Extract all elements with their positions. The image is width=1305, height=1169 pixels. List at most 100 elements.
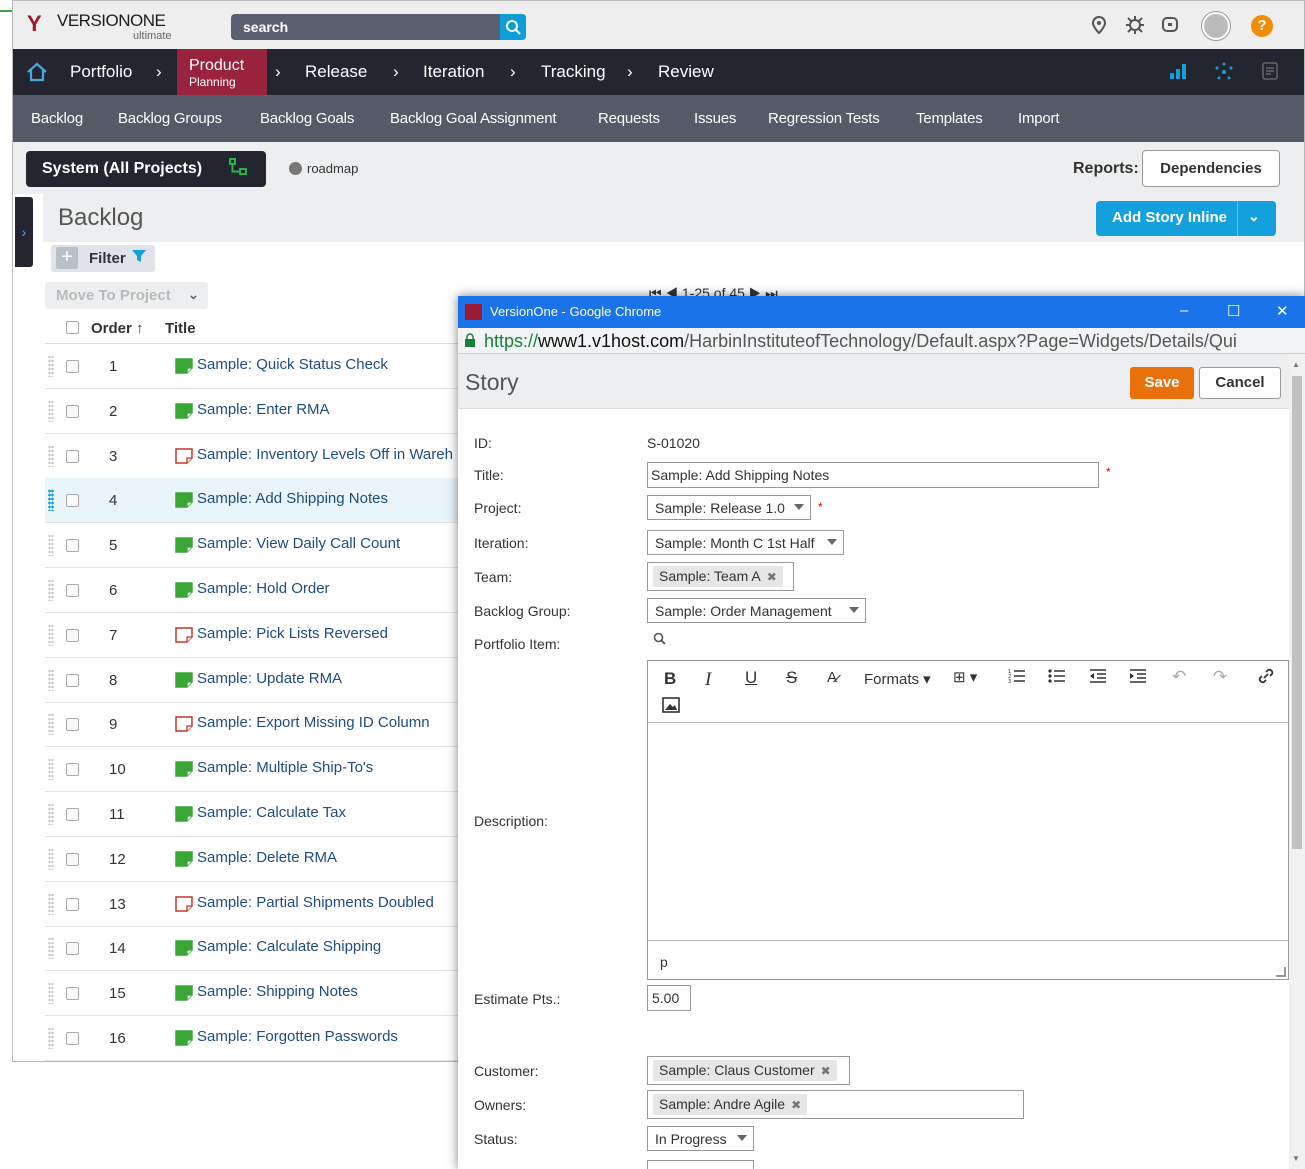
- maximize-icon[interactable]: ☐: [1227, 302, 1240, 320]
- row-title-link[interactable]: Sample: Inventory Levels Off in Wareh: [197, 446, 453, 463]
- help-icon[interactable]: ?: [1251, 15, 1273, 37]
- sidebar-toggle[interactable]: ›: [15, 197, 33, 267]
- cancel-button[interactable]: Cancel: [1199, 367, 1281, 399]
- row-checkbox[interactable]: [66, 718, 79, 732]
- filter-button[interactable]: + Filter: [51, 245, 155, 272]
- nav-iteration[interactable]: Iteration: [423, 62, 484, 82]
- numbered-list-icon[interactable]: 123: [1008, 667, 1026, 690]
- search-icon[interactable]: [653, 632, 667, 649]
- move-to-project-button[interactable]: Move To Project ⌄: [45, 282, 208, 309]
- scroll-down-arrow-icon[interactable]: ▼: [1292, 1154, 1300, 1163]
- backlog-group-select[interactable]: Sample: Order Management: [647, 598, 866, 623]
- row-checkbox[interactable]: [66, 673, 79, 687]
- chat-icon[interactable]: [1159, 14, 1181, 36]
- user-avatar[interactable]: [1202, 12, 1230, 40]
- row-checkbox[interactable]: [66, 763, 79, 777]
- drag-handle-icon[interactable]: [48, 713, 54, 736]
- select-all-checkbox[interactable]: [66, 321, 79, 334]
- row-checkbox[interactable]: [66, 987, 79, 1001]
- row-title-link[interactable]: Sample: Enter RMA: [197, 401, 330, 418]
- row-checkbox[interactable]: [66, 539, 79, 553]
- nav-product-planning[interactable]: Product Planning: [177, 49, 267, 95]
- bar-chart-icon[interactable]: [1168, 61, 1188, 86]
- drag-handle-icon[interactable]: [48, 803, 54, 825]
- nav-portfolio[interactable]: Portfolio: [70, 62, 132, 82]
- clear-formatting-icon[interactable]: A̷: [827, 669, 837, 686]
- owners-field[interactable]: Sample: Andre Agile ✖: [647, 1090, 1024, 1119]
- subnav-backlog-goals[interactable]: Backlog Goals: [260, 110, 354, 127]
- row-title-link[interactable]: Sample: Export Missing ID Column: [197, 714, 430, 731]
- remove-tag-icon[interactable]: ✖: [791, 1098, 801, 1112]
- row-title-link[interactable]: Sample: Update RMA: [197, 670, 342, 687]
- home-icon[interactable]: [25, 60, 49, 90]
- row-checkbox[interactable]: [66, 942, 79, 956]
- bold-icon[interactable]: B: [664, 669, 676, 689]
- strikethrough-icon[interactable]: S: [786, 668, 797, 688]
- owner-tag[interactable]: Sample: Andre Agile ✖: [653, 1094, 808, 1115]
- drag-handle-icon[interactable]: [48, 937, 54, 960]
- project-scope-button[interactable]: System (All Projects): [26, 151, 266, 187]
- table-icon[interactable]: ⊞ ▾: [953, 668, 977, 686]
- indent-icon[interactable]: [1129, 667, 1147, 690]
- subnav-regression-tests[interactable]: Regression Tests: [768, 110, 880, 127]
- column-order-header[interactable]: Order ↑: [91, 320, 144, 337]
- customer-tag[interactable]: Sample: Claus Customer ✖: [653, 1060, 837, 1081]
- formats-dropdown[interactable]: Formats ▾: [864, 670, 931, 688]
- drag-handle-icon[interactable]: [48, 489, 54, 512]
- customer-field[interactable]: Sample: Claus Customer ✖: [647, 1056, 850, 1085]
- dependencies-button[interactable]: Dependencies: [1142, 150, 1280, 187]
- resize-handle-icon[interactable]: [1276, 967, 1286, 977]
- undo-icon[interactable]: ↶: [1172, 667, 1186, 687]
- close-icon[interactable]: ✕: [1276, 302, 1289, 320]
- scroll-up-arrow-icon[interactable]: ▲: [1292, 360, 1300, 369]
- bullet-list-icon[interactable]: [1048, 667, 1066, 690]
- address-bar[interactable]: https://www1.v1host.com/HarbinInstituteo…: [458, 328, 1305, 354]
- location-pin-icon[interactable]: [1088, 14, 1110, 36]
- chevron-down-icon[interactable]: ⌄: [1248, 208, 1260, 225]
- nav-review[interactable]: Review: [658, 62, 714, 82]
- next-field-select[interactable]: [647, 1160, 754, 1169]
- search-button[interactable]: [500, 14, 526, 40]
- minimize-icon[interactable]: –: [1180, 302, 1188, 319]
- outdent-icon[interactable]: [1089, 667, 1107, 690]
- row-checkbox[interactable]: [66, 449, 79, 463]
- row-checkbox[interactable]: [66, 494, 79, 508]
- row-checkbox[interactable]: [66, 808, 79, 821]
- subnav-backlog-groups[interactable]: Backlog Groups: [118, 110, 222, 127]
- search-input[interactable]: search: [231, 14, 526, 40]
- subnav-requests[interactable]: Requests: [598, 110, 660, 127]
- row-title-link[interactable]: Sample: Quick Status Check: [197, 356, 388, 373]
- insert-image-icon[interactable]: [662, 697, 680, 718]
- plus-icon[interactable]: +: [56, 247, 78, 269]
- row-checkbox[interactable]: [66, 404, 79, 418]
- iteration-select[interactable]: Sample: Month C 1st Half: [647, 530, 844, 555]
- drag-handle-icon[interactable]: [48, 982, 54, 1005]
- row-title-link[interactable]: Sample: Add Shipping Notes: [197, 490, 388, 507]
- nav-tracking[interactable]: Tracking: [541, 62, 606, 82]
- drag-handle-icon[interactable]: [48, 399, 54, 422]
- title-field[interactable]: Sample: Add Shipping Notes: [647, 462, 1099, 488]
- save-button[interactable]: Save: [1130, 367, 1194, 399]
- roadmap-link[interactable]: roadmap: [289, 161, 358, 176]
- drag-handle-icon[interactable]: [48, 579, 54, 601]
- subnav-templates[interactable]: Templates: [916, 110, 983, 127]
- network-icon[interactable]: [1213, 61, 1235, 88]
- estimate-field[interactable]: 5.00: [647, 985, 691, 1011]
- row-title-link[interactable]: Sample: Calculate Tax: [197, 804, 346, 821]
- column-title-header[interactable]: Title: [165, 320, 196, 337]
- scrollbar-thumb[interactable]: [1292, 376, 1302, 849]
- drag-handle-icon[interactable]: [48, 758, 54, 781]
- row-title-link[interactable]: Sample: View Daily Call Count: [197, 535, 400, 552]
- row-title-link[interactable]: Sample: Forgotten Passwords: [197, 1028, 398, 1045]
- row-title-link[interactable]: Sample: Calculate Shipping: [197, 938, 381, 955]
- bug-settings-icon[interactable]: [1124, 14, 1146, 36]
- row-title-link[interactable]: Sample: Delete RMA: [197, 849, 337, 866]
- drag-handle-icon[interactable]: [48, 623, 54, 646]
- notes-icon[interactable]: [1260, 61, 1280, 86]
- remove-tag-icon[interactable]: ✖: [821, 1064, 831, 1078]
- row-checkbox[interactable]: [66, 360, 79, 373]
- row-checkbox[interactable]: [66, 1032, 79, 1045]
- subnav-import[interactable]: Import: [1018, 110, 1060, 127]
- row-title-link[interactable]: Sample: Hold Order: [197, 580, 330, 597]
- row-checkbox[interactable]: [66, 852, 79, 866]
